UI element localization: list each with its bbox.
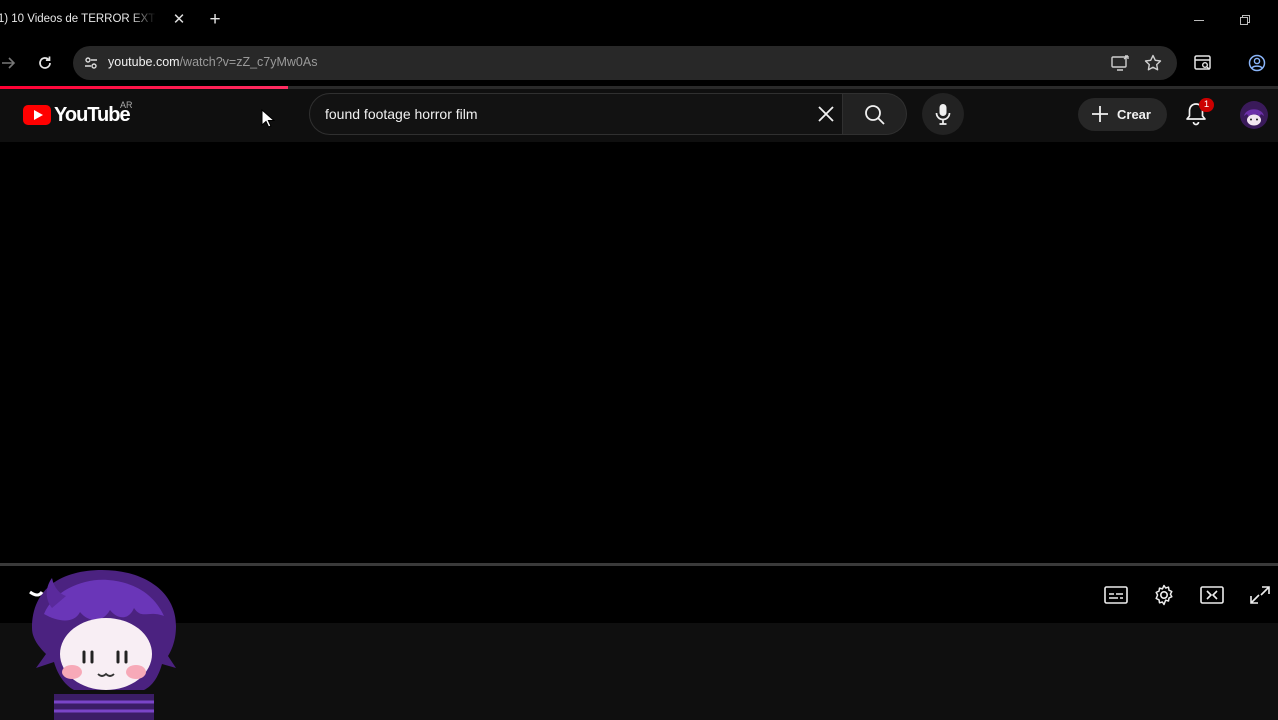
search-tabs-icon[interactable]	[1193, 53, 1213, 73]
url-path: /watch?v=zZ_c7yMw0As	[179, 55, 318, 69]
create-button[interactable]: Crear	[1078, 98, 1167, 131]
plus-icon	[1092, 106, 1108, 122]
youtube-play-icon	[23, 105, 51, 125]
tab-title: (1) 10 Videos de TERROR EXTREMO	[0, 13, 156, 25]
minimize-icon	[1194, 19, 1204, 21]
miniplayer-icon[interactable]	[1199, 583, 1225, 607]
restore-button[interactable]	[1234, 10, 1256, 30]
voice-search-button[interactable]	[922, 93, 964, 135]
minimize-button[interactable]	[1188, 10, 1210, 30]
search-query: found footage horror film	[325, 106, 478, 122]
youtube-masthead: YouTube AR found footage horror film Cre…	[0, 89, 1278, 142]
settings-gear-icon[interactable]	[1151, 583, 1177, 607]
notification-count-badge: 1	[1199, 98, 1214, 112]
profile-icon[interactable]	[1247, 53, 1267, 73]
mouse-cursor-icon	[261, 109, 275, 128]
search-input[interactable]: found footage horror film	[309, 93, 843, 135]
reload-icon[interactable]	[35, 53, 55, 73]
youtube-logo-text: YouTube	[54, 103, 131, 126]
tab-close-icon[interactable]: ✕	[170, 11, 188, 29]
search-icon	[865, 105, 885, 125]
avatar[interactable]	[1240, 101, 1268, 129]
address-bar[interactable]: youtube.com/watch?v=zZ_c7yMw0As	[73, 46, 1177, 80]
tab-strip: (1) 10 Videos de TERROR EXTREMO ✕ +	[0, 0, 1278, 41]
browser-tab[interactable]: (1) 10 Videos de TERROR EXTREMO ✕	[0, 0, 196, 41]
video-player[interactable]	[0, 142, 1278, 563]
new-tab-button[interactable]: +	[205, 10, 225, 30]
browser-toolbar: youtube.com/watch?v=zZ_c7yMw0As	[0, 41, 1278, 86]
search-button[interactable]	[843, 93, 907, 135]
subtitles-icon[interactable]	[1103, 583, 1129, 607]
create-label: Crear	[1117, 107, 1151, 122]
clear-search-icon[interactable]	[816, 104, 836, 124]
streamer-avatar-overlay	[29, 570, 176, 720]
avatar-image	[1240, 101, 1268, 129]
restore-icon	[1240, 15, 1250, 25]
youtube-logo[interactable]: YouTube	[23, 103, 131, 127]
forward-arrow-icon[interactable]	[0, 53, 18, 73]
install-app-icon[interactable]	[1110, 53, 1130, 73]
country-code: AR	[120, 100, 133, 110]
site-info-icon[interactable]	[80, 52, 102, 74]
url-text: youtube.com/watch?v=zZ_c7yMw0As	[108, 55, 317, 69]
browser-window: (1) 10 Videos de TERROR EXTREMO ✕ + yout…	[0, 0, 1278, 720]
microphone-icon	[935, 104, 951, 125]
bookmark-star-icon[interactable]	[1143, 53, 1163, 73]
fullscreen-icon[interactable]	[1247, 583, 1273, 607]
url-host: youtube.com	[108, 55, 180, 69]
